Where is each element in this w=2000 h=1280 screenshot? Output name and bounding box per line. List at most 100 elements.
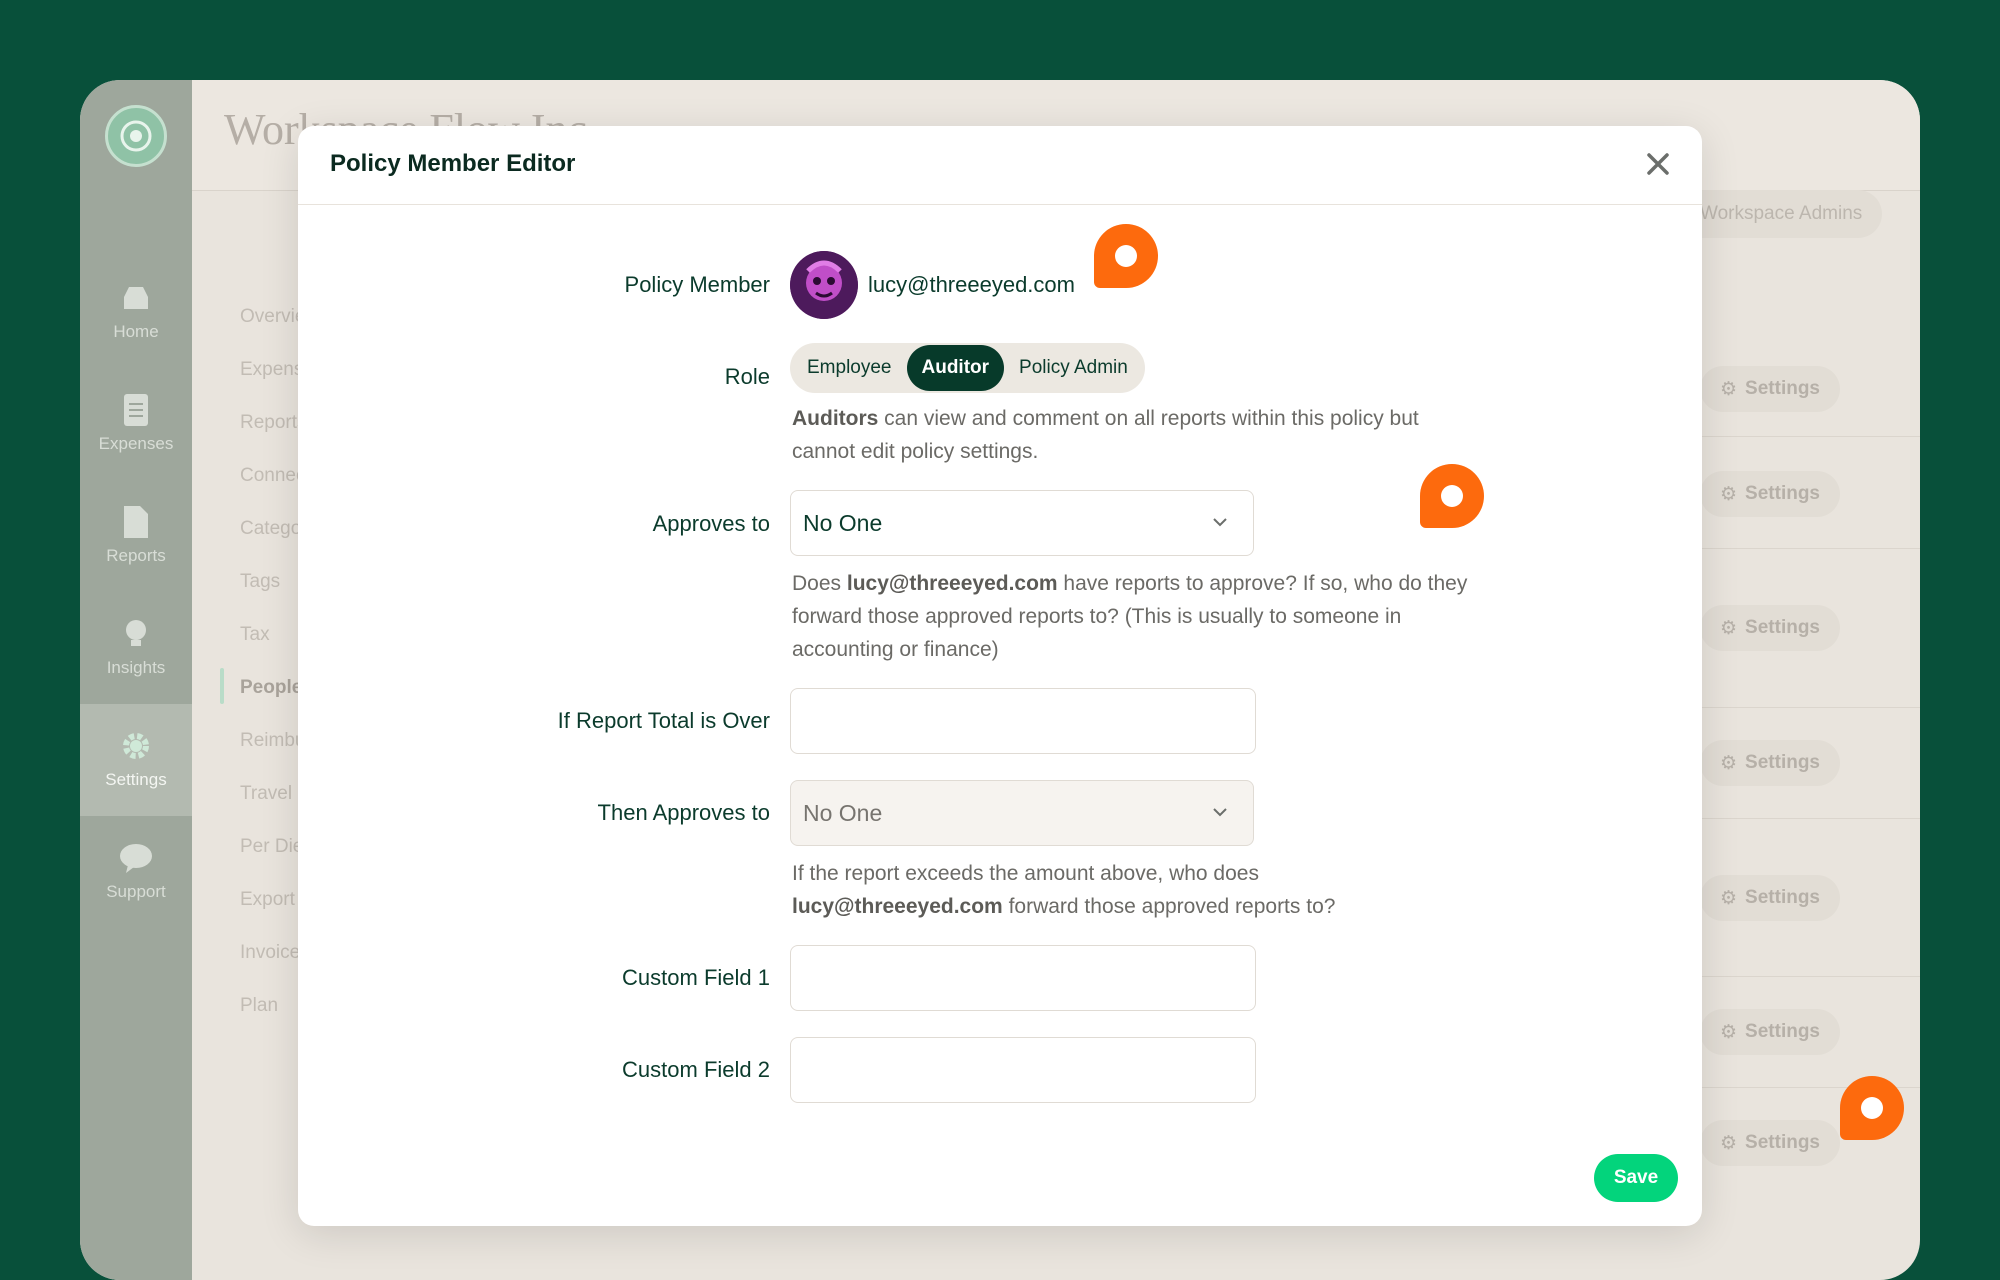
approves-help-email: lucy@threeeyed.com <box>846 572 1058 595</box>
custom-field-1-input[interactable] <box>790 945 1256 1011</box>
subnav-item[interactable]: Reports <box>240 412 307 434</box>
settings-label: Settings <box>1745 1021 1820 1042</box>
nav-insights[interactable]: Insights <box>80 592 192 704</box>
subnav-item[interactable]: Plan <box>240 995 278 1017</box>
approves-help-text: Does lucy@threeeyed.com have reports to … <box>792 567 1472 666</box>
avatar <box>790 251 858 319</box>
nav-home[interactable]: Home <box>80 256 192 368</box>
save-button[interactable]: Save <box>1594 1154 1678 1202</box>
settings-label: Settings <box>1745 1132 1820 1153</box>
subnav-item[interactable]: Travel <box>240 783 292 805</box>
inbox-icon <box>120 282 152 314</box>
nav-home-label: Home <box>113 322 159 341</box>
custom-field-1-label: Custom Field 1 <box>622 965 770 990</box>
receipt-icon <box>120 394 152 426</box>
close-button[interactable] <box>1640 146 1676 182</box>
settings-label: Settings <box>1745 617 1820 638</box>
modal-header: Policy Member Editor <box>298 126 1702 205</box>
nav-reports[interactable]: Reports <box>80 480 192 592</box>
gear-icon: ⚙ <box>1720 483 1738 505</box>
nav-support-label: Support <box>106 882 166 901</box>
nav-reports-label: Reports <box>106 546 166 565</box>
close-icon <box>1647 153 1669 175</box>
report-total-input[interactable] <box>790 688 1256 754</box>
settings-label: Settings <box>1745 483 1820 504</box>
row-divider <box>1700 707 1920 708</box>
then-approves-value: No One <box>803 799 883 826</box>
subnav-item-people[interactable]: People <box>240 677 302 699</box>
approves-help-pre: Does <box>792 572 847 595</box>
subnav-item[interactable]: Tax <box>240 624 270 646</box>
approves-to-label: Approves to <box>652 511 770 536</box>
then-help-post: forward those approved reports to? <box>1002 895 1336 918</box>
row-divider <box>1700 436 1920 437</box>
chat-bubble-icon <box>120 842 152 874</box>
marker-dot <box>1441 485 1463 507</box>
nav-rail: Home Expenses Reports Insights Settings … <box>80 80 192 1280</box>
approves-to-select[interactable]: No One <box>790 490 1254 556</box>
gear-icon: ⚙ <box>1720 887 1738 909</box>
modal-title: Policy Member Editor <box>330 150 576 177</box>
nav-insights-label: Insights <box>106 658 166 677</box>
role-help-bold: Auditors <box>792 407 879 430</box>
chevron-down-icon <box>1213 808 1227 817</box>
role-auditor-button[interactable]: Auditor <box>906 345 1005 391</box>
then-help-pre: If the report exceeds the amount above, … <box>792 862 1259 885</box>
nav-settings[interactable]: Settings <box>80 704 192 816</box>
settings-label: Settings <box>1745 752 1820 773</box>
row-settings-button[interactable]: ⚙ Settings <box>1700 740 1840 786</box>
row-divider <box>1700 976 1920 977</box>
policy-member-label: Policy Member <box>624 272 770 297</box>
nav-settings-label: Settings <box>105 770 167 789</box>
active-indicator <box>220 668 224 704</box>
then-approves-select[interactable]: No One <box>790 780 1254 846</box>
row-settings-button[interactable]: ⚙ Settings <box>1700 1009 1840 1055</box>
annotation-marker <box>1094 224 1158 288</box>
nav-support[interactable]: Support <box>80 816 192 928</box>
workspace-logo[interactable] <box>105 105 167 167</box>
gear-icon: ⚙ <box>1720 752 1738 774</box>
annotation-marker <box>1420 464 1484 528</box>
row-settings-button[interactable]: ⚙ Settings <box>1700 605 1840 651</box>
custom-field-2-input[interactable] <box>790 1037 1256 1103</box>
gear-icon: ⚙ <box>1720 378 1738 400</box>
row-settings-button[interactable]: ⚙ Settings <box>1700 366 1840 412</box>
marker-dot <box>1115 245 1137 267</box>
lightbulb-icon <box>120 618 152 650</box>
document-icon <box>120 506 152 538</box>
policy-member: lucy@threeeyed.com <box>790 251 1075 319</box>
settings-label: Settings <box>1745 887 1820 908</box>
role-employee-button[interactable]: Employee <box>792 345 907 391</box>
nav-expenses[interactable]: Expenses <box>80 368 192 480</box>
then-approves-label: Then Approves to <box>597 800 770 825</box>
gear-icon: ⚙ <box>1720 617 1738 639</box>
gear-icon: ⚙ <box>1720 1021 1738 1043</box>
gear-icon: ⚙ <box>1720 1132 1738 1154</box>
role-label: Role <box>724 364 770 389</box>
subnav-item[interactable]: Tags <box>240 571 280 593</box>
row-settings-button[interactable]: ⚙ Settings <box>1700 471 1840 517</box>
row-divider <box>1700 548 1920 549</box>
then-help-text: If the report exceeds the amount above, … <box>792 857 1432 923</box>
role-help-text: Auditors can view and comment on all rep… <box>792 402 1472 468</box>
annotation-marker <box>1840 1076 1904 1140</box>
row-settings-button[interactable]: ⚙ Settings <box>1700 1120 1840 1166</box>
policy-member-editor-modal: Policy Member Editor Policy Member lucy@… <box>298 126 1702 1226</box>
role-policy-admin-button[interactable]: Policy Admin <box>1004 345 1143 391</box>
row-settings-button[interactable]: ⚙ Settings <box>1700 875 1840 921</box>
settings-label: Settings <box>1745 378 1820 399</box>
workspace-admins-filter[interactable]: Workspace Admins <box>1680 190 1883 238</box>
member-email: lucy@threeeyed.com <box>868 272 1075 297</box>
chevron-down-icon <box>1213 518 1227 527</box>
nav-expenses-label: Expenses <box>98 434 174 453</box>
role-help-body: can view and comment on all reports with… <box>792 407 1419 463</box>
marker-dot <box>1861 1097 1883 1119</box>
gear-icon <box>120 730 152 762</box>
subnav-item[interactable]: Export <box>240 889 295 911</box>
approves-to-value: No One <box>803 509 883 536</box>
row-divider <box>1700 818 1920 819</box>
custom-field-2-label: Custom Field 2 <box>622 1057 770 1082</box>
then-help-email: lucy@threeeyed.com <box>792 895 1003 918</box>
report-total-label: If Report Total is Over <box>557 708 770 733</box>
role-selector: Employee Auditor Policy Admin <box>790 343 1145 393</box>
